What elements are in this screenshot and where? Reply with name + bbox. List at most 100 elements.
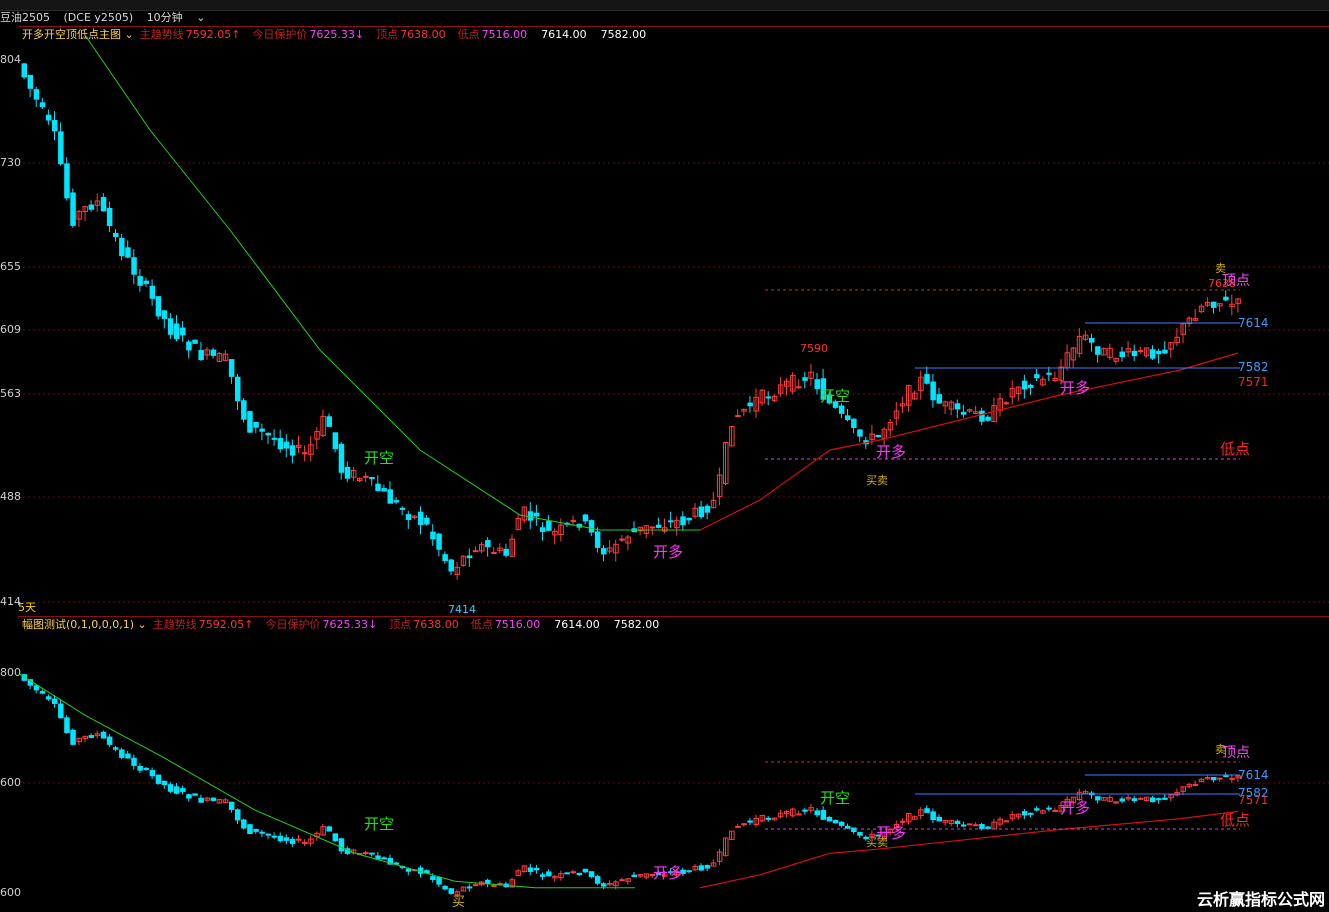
candle-body (1150, 349, 1156, 359)
candle-body (88, 735, 95, 738)
candle-body (960, 824, 967, 827)
candle-body (1028, 812, 1034, 815)
candle-body (167, 318, 174, 335)
candle-body (149, 770, 156, 777)
candle-body (686, 517, 692, 521)
candle-body (814, 379, 820, 389)
candle-body (186, 341, 192, 351)
candle-body (64, 163, 70, 199)
candle-body (594, 531, 601, 548)
buy-marker-sub: 买 (452, 895, 465, 910)
candle-body (765, 817, 772, 820)
kaiduo-label-sub: 开多 (653, 864, 683, 882)
candle-body (1131, 350, 1138, 357)
candlestick-chart[interactable]: 741475907638顶点卖761475827571低点开空开空开多开多开多买… (0, 0, 1329, 912)
candle-body (1095, 346, 1101, 355)
candle-body (466, 886, 473, 889)
kaiduo-label-sub-3: 开多 (1060, 799, 1090, 817)
kaiduo-label-2: 开多 (876, 443, 906, 461)
candle-body (570, 520, 576, 523)
candle-body (1028, 384, 1034, 388)
candle-body (1192, 784, 1199, 787)
candle-body (70, 192, 76, 226)
candle-body (369, 477, 375, 480)
candle-body (45, 114, 52, 121)
candle-body (979, 823, 985, 830)
candle-body (198, 349, 204, 361)
candle-body (265, 432, 271, 436)
candle-body (1003, 820, 1010, 823)
candle-body (88, 204, 95, 210)
candle-body (1223, 296, 1229, 301)
candle-body (405, 514, 412, 520)
candle-body (180, 788, 186, 793)
candle-body (1046, 807, 1052, 810)
ma-line-red-sub (699, 810, 1239, 889)
candle-body (241, 400, 247, 420)
candle-body (198, 797, 204, 803)
candle-body (588, 871, 595, 878)
candle-body (619, 538, 625, 541)
kaikong-label-sub-2: 开空 (820, 789, 850, 807)
candle-body (582, 514, 589, 522)
candle-body (436, 533, 442, 550)
candle-body (375, 483, 381, 492)
candle-body (588, 520, 595, 533)
candle-body (228, 359, 235, 377)
candle-body (631, 874, 637, 877)
candle-body (137, 276, 143, 286)
candle-body (491, 884, 497, 887)
candle-body (899, 820, 906, 823)
candle-body (1150, 797, 1156, 803)
candle-body (1089, 337, 1095, 343)
candle-body (186, 794, 192, 799)
candle-body (540, 874, 546, 877)
candle-body (1211, 777, 1217, 781)
candle-body (235, 809, 241, 821)
candle-body (973, 824, 979, 827)
candle-body (485, 879, 491, 884)
candle-body (765, 396, 772, 399)
kaiduo-label: 开多 (653, 543, 683, 561)
candle-body (283, 441, 290, 449)
candle-body (930, 811, 936, 821)
candle-body (70, 729, 76, 745)
value-7571: 7571 (1238, 375, 1269, 389)
value-7582: 7582 (1238, 360, 1269, 374)
candle-body (180, 327, 186, 336)
candle-body (100, 731, 107, 739)
candle-body (326, 416, 332, 427)
candle-body (1131, 798, 1138, 802)
bottom-label: 低点 (1220, 440, 1250, 458)
candle-body (546, 871, 552, 877)
candle-body (265, 833, 271, 836)
candle-body (924, 374, 930, 384)
candle-body (64, 717, 70, 733)
price-axis-label: 655 (0, 260, 21, 273)
candle-body (649, 526, 656, 529)
candle-body (52, 119, 58, 132)
candle-body (344, 466, 351, 479)
candle-body (436, 877, 442, 885)
candle-body (45, 696, 52, 700)
candle-body (533, 512, 540, 517)
candle-body (857, 832, 863, 836)
candle-body (954, 403, 961, 410)
candle-body (247, 411, 253, 433)
candle-body (655, 524, 662, 528)
candle-body (21, 63, 27, 78)
candle-body (601, 548, 607, 555)
peak-price-label: 7590 (800, 342, 828, 355)
candle-body (210, 797, 217, 801)
candle-body (985, 826, 991, 829)
candle-body (418, 511, 424, 525)
low-price-label: 7414 (448, 603, 476, 616)
candle-body (369, 852, 375, 855)
candle-body (113, 747, 119, 750)
candle-body (796, 386, 802, 389)
candle-body (39, 690, 46, 694)
watermark-text: 云析赢指标公式网 (1196, 890, 1325, 909)
candle-body (960, 411, 967, 415)
candle-body (399, 507, 406, 510)
price-axis-label: 800 (0, 666, 21, 679)
